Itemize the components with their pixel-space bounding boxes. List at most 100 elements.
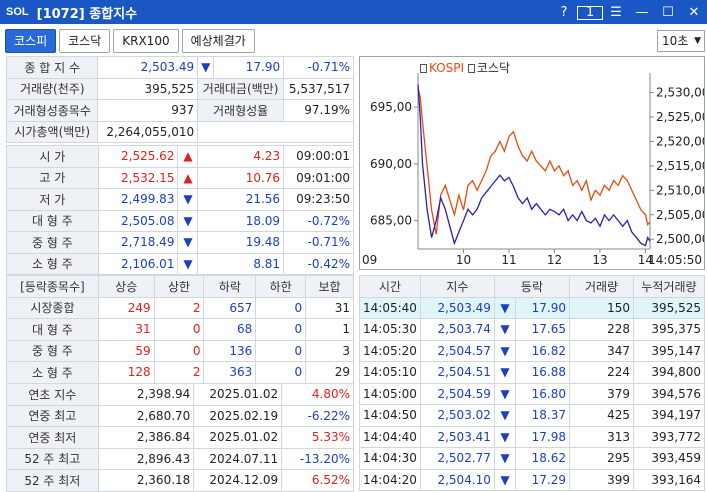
table-row[interactable]: 14:05:30 2,503.74 ▼ 17.65 228 395,375 [359,318,705,341]
tick-cell: 14:05:00 [359,382,421,405]
tab-kospi[interactable]: 코스피 [5,29,57,53]
table-row: 연초 지수 2,398.94 2025.01.02 4.80% [6,383,354,406]
down-arrow-icon: ▼ [493,447,517,470]
high-label: 고 가 [6,166,99,189]
high-change: 10.76 [197,166,285,189]
tick-cell: 16.80 [515,382,570,405]
mid-cap-change: 19.48 [197,231,285,254]
screen-number-button[interactable]: 1 [577,5,603,20]
mid-cap-label: 중 형 주 [6,231,99,254]
tab-kosdaq[interactable]: 코스닥 [59,29,111,53]
tick-cell: 394,576 [633,382,705,405]
intraday-chart[interactable]: KOSPI 코스닥 695,00 690,00 685,00 2,530,00 2,52… [359,56,707,270]
amount-label: 거래대금(백만) [197,77,285,100]
tick-header: 등락 [493,275,571,298]
mid-cap-pct: -0.71% [283,231,354,254]
large-cap-label: 대 형 주 [6,209,99,232]
volume-label: 거래량(천주) [5,77,99,100]
right-tick-label: 2,510,00 [656,183,704,197]
down-arrow-icon: ▼ [493,361,517,384]
low-time: 09:23:50 [283,188,354,211]
large-cap-value: 2,505.08 [97,209,179,232]
legend-kosdaq: 코스닥 [476,61,511,75]
tick-cell: 14:04:40 [359,425,421,448]
tick-table: 시간 지수 등락 거래량 누적거래량 14:05:40 2,503.49 ▼ 17.9… [359,275,705,491]
composite-pct: -0.71% [283,56,354,79]
down-arrow-icon: ▼ [493,404,517,427]
traded-count-value: 937 [97,99,199,122]
table-row[interactable]: 14:05:40 2,503.49 ▼ 17.90 150 395,525 [359,296,705,319]
yearly-table: 연초 지수 2,398.94 2025.01.02 4.80% 연중 최고 2,… [6,383,354,492]
table-row[interactable]: 14:04:50 2,503.02 ▼ 18.37 425 394,197 [359,404,705,427]
summary-table: 종 합 지 수 2,503.49 ▼ 17.90 -0.71% 거래량(천주) … [5,56,354,143]
tick-cell: 395,525 [633,296,705,319]
large-cap-pct: -0.72% [283,209,354,232]
tick-cell: 17.98 [515,425,570,448]
tick-cell: 2,503.74 [419,318,495,341]
tick-cell: 2,503.02 [419,404,495,427]
x-tick-label: 14:05:50 [648,253,702,267]
down-arrow-icon: ▼ [177,231,199,254]
tick-header: 거래량 [569,275,634,298]
down-arrow-icon: ▼ [493,425,517,448]
small-cap-label: 소 형 주 [6,252,99,275]
tick-cell: 14:05:10 [359,361,421,384]
table-row[interactable]: 14:05:10 2,504.51 ▼ 16.88 224 394,800 [359,361,705,384]
down-arrow-icon: ▼ [493,296,517,319]
right-tick-label: 2,520,00 [656,134,704,148]
tick-cell: 17.29 [515,468,570,491]
breadth-header: 하한 [255,275,307,298]
breadth-header: [등락종목수] [6,275,99,298]
tick-cell: 17.90 [515,296,570,319]
down-arrow-icon: ▼ [493,382,517,405]
table-row[interactable]: 14:04:40 2,503.41 ▼ 17.98 313 393,772 [359,425,705,448]
menu-icon[interactable]: ☰ [603,5,629,20]
tick-cell: 2,503.41 [419,425,495,448]
period-value: 10초 [662,34,689,48]
tick-cell: 14:05:40 [359,296,421,319]
maximize-icon[interactable]: ☐ [655,5,681,20]
tab-krx100[interactable]: KRX100 [113,29,179,53]
table-row: 중 형 주 59 0 136 0 3 [6,339,354,362]
tick-header: 시간 [359,275,421,298]
tick-cell: 16.88 [515,361,570,384]
right-tick-label: 2,500,00 [656,232,704,246]
tick-cell: 395,375 [633,318,705,341]
table-row: 연중 최저 2,386.84 2025.01.02 5.33% [6,426,354,449]
market-tabs: 코스피 코스닥 KRX100 예상체결가 [5,29,255,53]
up-arrow-icon: ▲ [177,145,199,168]
breadth-header: 상승 [97,275,155,298]
up-arrow-icon: ▲ [177,166,199,189]
table-row[interactable]: 14:04:30 2,502.77 ▼ 18.62 295 393,459 [359,447,705,470]
traded-rate-label: 거래형성율 [197,99,285,122]
minimize-icon[interactable]: — [629,5,655,20]
tick-cell: 228 [569,318,634,341]
low-label: 저 가 [6,188,99,211]
table-row[interactable]: 14:05:20 2,504.57 ▼ 16.82 347 395,147 [359,339,705,362]
tick-cell: 150 [569,296,634,319]
tick-cell: 347 [569,339,634,362]
x-tick-label: 10 [456,253,471,267]
right-tick-label: 2,515,00 [656,159,704,173]
market-cap-value: 2,264,055,010 [97,120,199,143]
tab-expected-price[interactable]: 예상체결가 [181,29,255,53]
tick-cell: 18.62 [515,447,570,470]
large-cap-change: 18.09 [197,209,285,232]
period-select[interactable]: 10초 ▼ [657,30,705,52]
help-button[interactable]: ? [551,5,577,20]
tick-cell: 2,504.10 [419,468,495,491]
down-arrow-icon: ▼ [493,468,517,491]
close-icon[interactable]: ✕ [681,5,707,20]
app-logo: SOL [6,6,29,18]
down-arrow-icon: ▼ [177,209,199,232]
tick-cell: 14:04:50 [359,404,421,427]
tick-cell: 18.37 [515,404,570,427]
composite-value: 2,503.49 [97,56,199,79]
tick-cell: 393,459 [633,447,705,470]
tick-cell: 2,504.51 [419,361,495,384]
legend-square-icon [420,64,427,73]
table-row[interactable]: 14:04:20 2,504.10 ▼ 17.29 399 393,164 [359,468,705,491]
open-label: 시 가 [6,145,99,168]
open-value: 2,525.62 [97,145,179,168]
table-row[interactable]: 14:05:00 2,504.59 ▼ 16.80 379 394,576 [359,382,705,405]
